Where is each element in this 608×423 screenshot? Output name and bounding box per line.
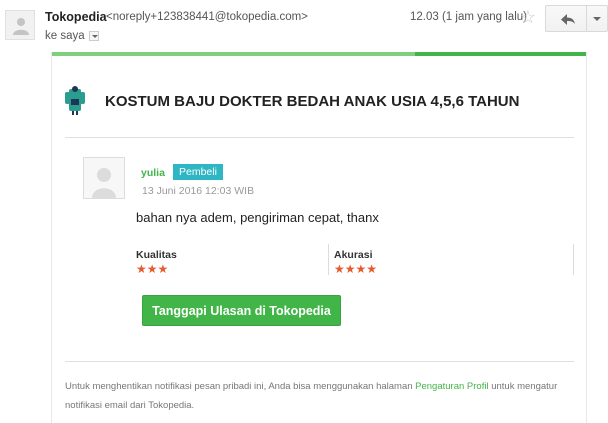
product-thumbnail[interactable] xyxy=(63,85,87,115)
email-timestamp: 12.03 (1 jam yang lalu) xyxy=(410,11,527,23)
review-date: 13 Juni 2016 12:03 WIB xyxy=(142,185,255,197)
respond-review-button[interactable]: Tanggapi Ulasan di Tokopedia xyxy=(142,295,341,326)
footer-note: Untuk menghentikan notifikasi pesan prib… xyxy=(65,377,565,415)
rating-label-quality: Kualitas xyxy=(136,249,177,261)
recipient-details-dropdown[interactable] xyxy=(88,31,99,41)
rating-separator xyxy=(573,244,574,275)
sender-avatar xyxy=(5,10,35,40)
review-text: bahan nya adem, pengiriman cepat, thanx xyxy=(136,210,379,225)
footer-text: Untuk menghentikan notifikasi pesan prib… xyxy=(65,381,416,392)
divider xyxy=(65,137,574,138)
reviewer-avatar xyxy=(83,157,125,199)
profile-settings-link[interactable]: Pengaturan Profil xyxy=(415,381,488,392)
sender-name[interactable]: Tokopedia xyxy=(45,10,107,24)
rating-label-accuracy: Akurasi xyxy=(334,249,373,261)
rating-separator xyxy=(328,244,329,275)
product-title[interactable]: KOSTUM BAJU DOKTER BEDAH ANAK USIA 4,5,6… xyxy=(105,93,519,110)
person-icon xyxy=(92,168,116,198)
sender-email: <noreply+123838441@tokopedia.com> xyxy=(106,11,308,23)
divider xyxy=(65,361,574,362)
card-accent-bar xyxy=(52,52,586,56)
recipient-label: ke saya xyxy=(45,30,85,42)
rating-stars-quality: ★★★ xyxy=(136,262,169,276)
rating-stars-accuracy: ★★★★ xyxy=(334,262,378,276)
person-icon xyxy=(13,18,29,35)
recipient-line: ke saya xyxy=(45,30,99,42)
reviewer-name[interactable]: yulia xyxy=(141,167,165,179)
buyer-badge: Pembeli xyxy=(173,164,223,180)
star-icon[interactable]: ☆ xyxy=(516,5,540,29)
reply-button[interactable] xyxy=(545,5,587,32)
reply-arrow-icon xyxy=(561,14,575,25)
more-options-button[interactable] xyxy=(586,5,608,32)
